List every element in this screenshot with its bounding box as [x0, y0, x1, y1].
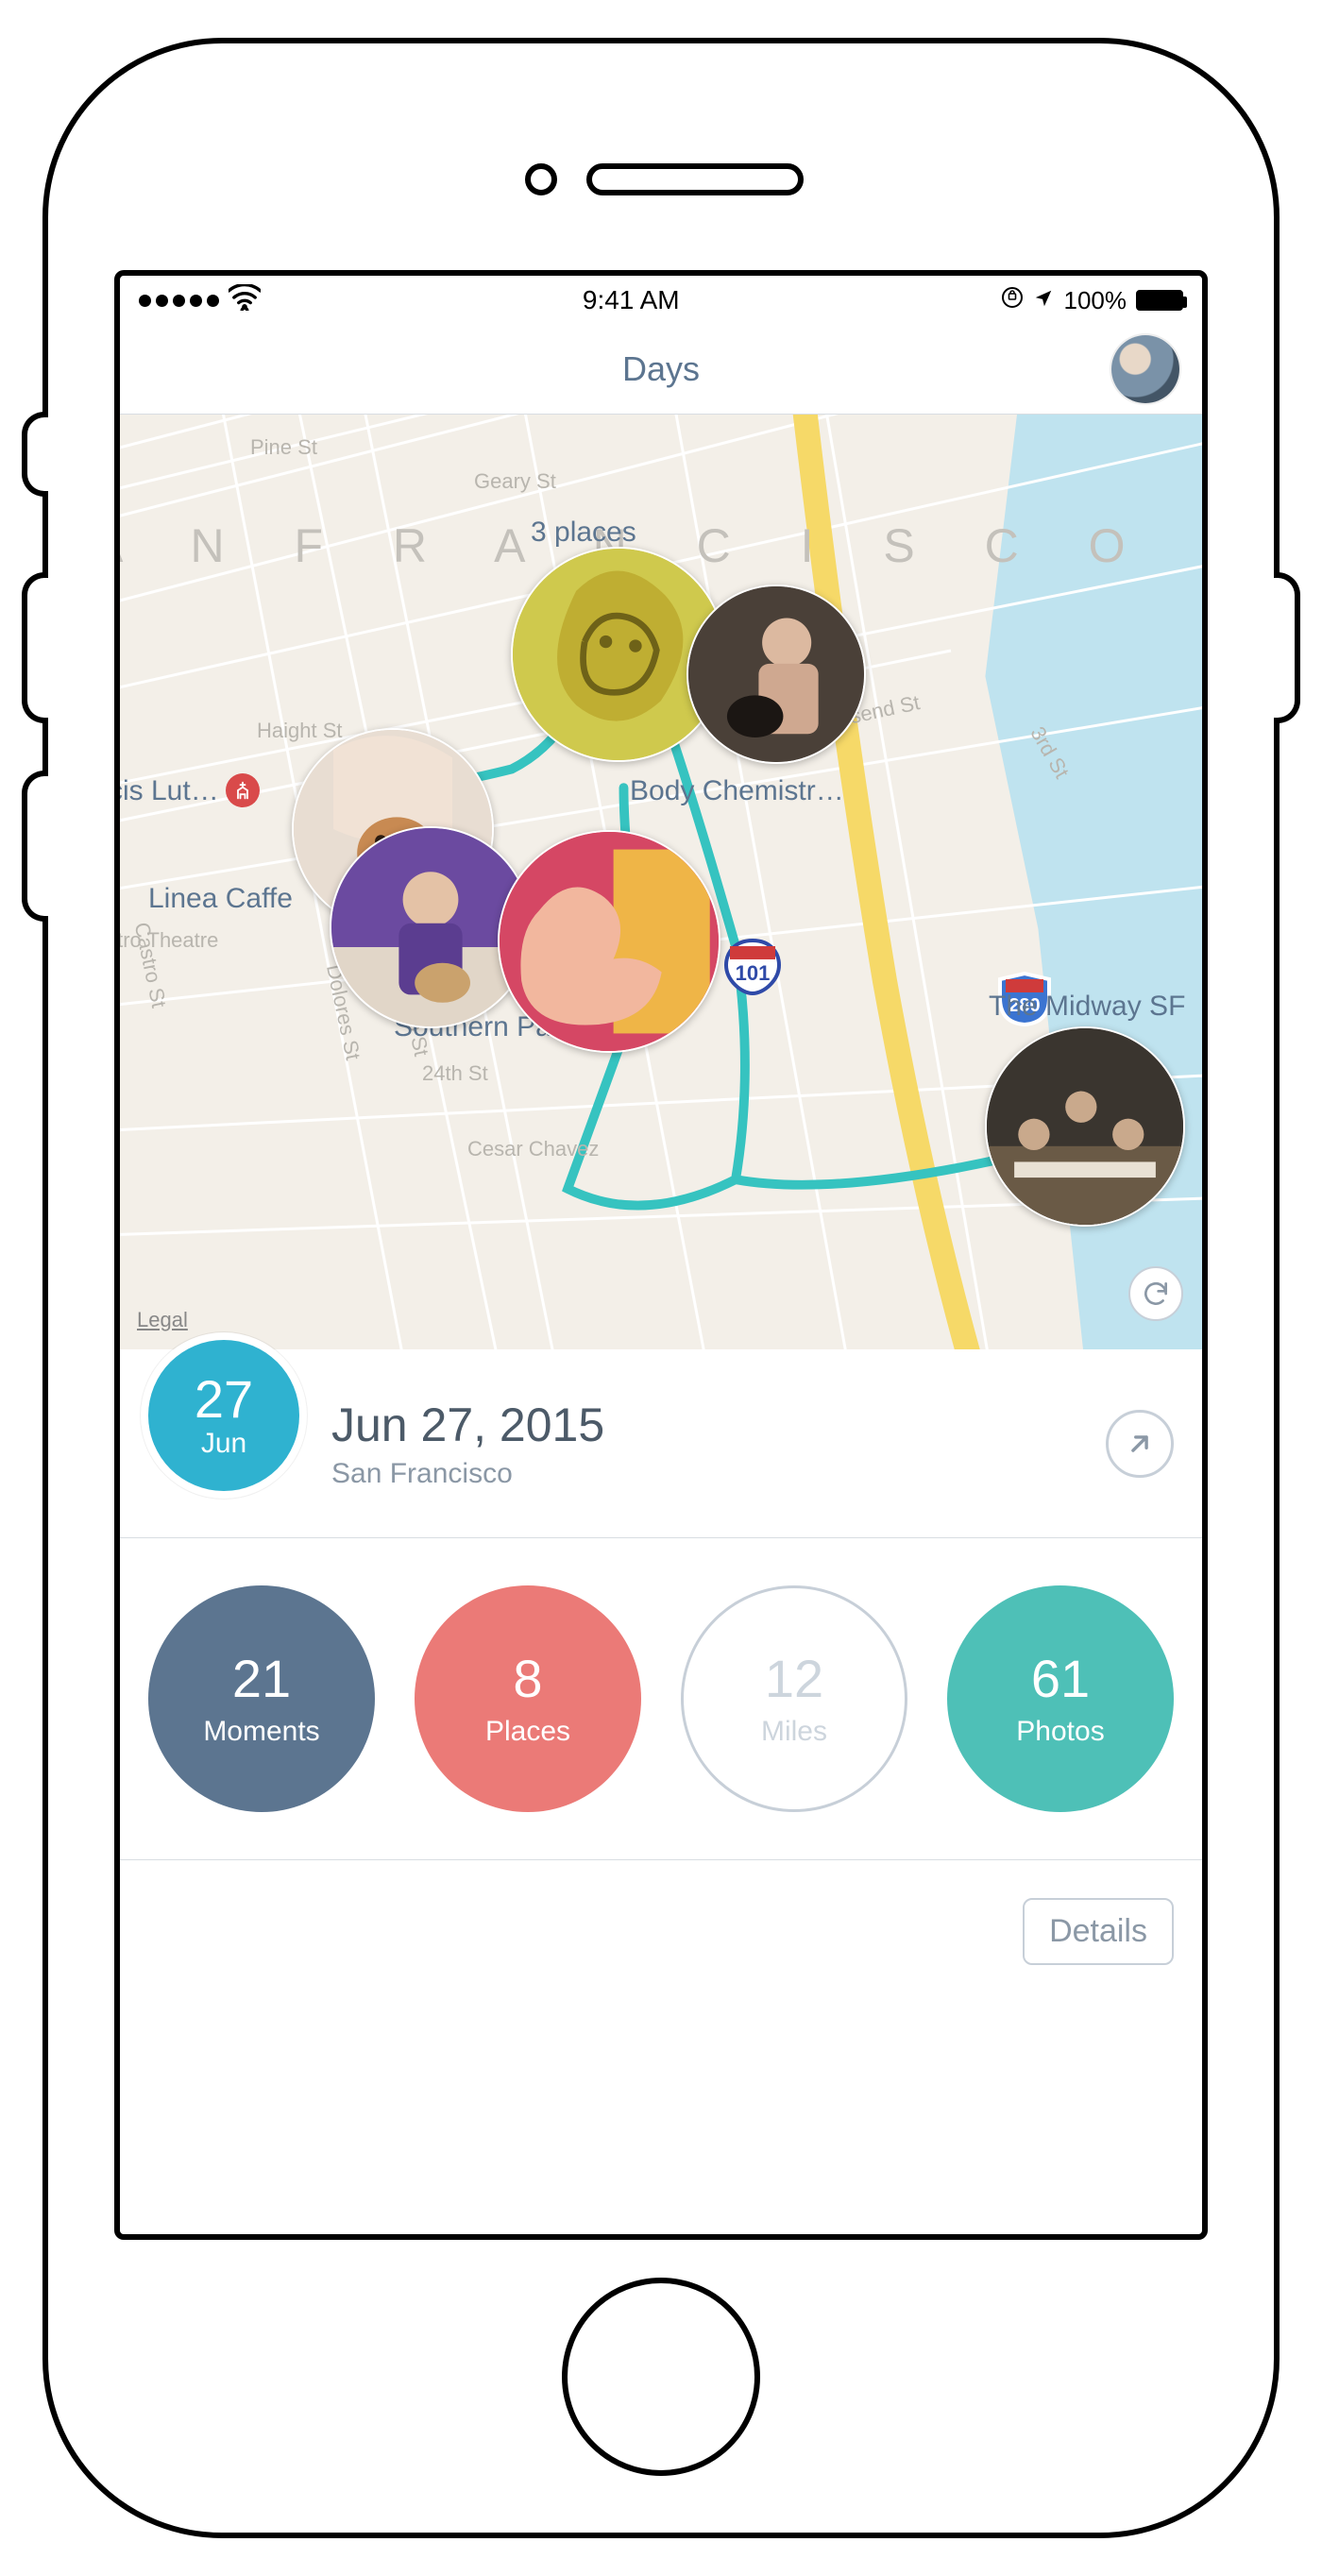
stat-miles-value: 12	[765, 1652, 823, 1707]
day-date: Jun 27, 2015	[331, 1398, 604, 1452]
map-label-midway[interactable]: The Midway SF	[989, 991, 1185, 1023]
nav-header: Days	[120, 325, 1202, 415]
stat-photos-label: Photos	[1016, 1717, 1104, 1747]
stat-places-label: Places	[485, 1717, 570, 1747]
volume-down-button[interactable]	[22, 771, 48, 922]
location-icon	[1033, 286, 1054, 315]
street-haight: Haight St	[257, 719, 343, 743]
day-badge-month: Jun	[201, 1430, 246, 1458]
street-castro-theatre: Castro Theatre	[120, 928, 218, 953]
stat-places-value: 8	[513, 1652, 542, 1707]
svg-text:101: 101	[736, 961, 771, 985]
stat-moments-value: 21	[232, 1652, 291, 1707]
stat-moments[interactable]: 21 Moments	[148, 1585, 375, 1812]
stats-row: 21 Moments 8 Places 12 Miles 61 Photos	[120, 1538, 1202, 1860]
map-label-cluster[interactable]: 3 places	[531, 517, 636, 549]
cellular-signal-icon	[139, 295, 219, 307]
earpiece-speaker	[586, 163, 804, 195]
stat-photos[interactable]: 61 Photos	[947, 1585, 1174, 1812]
map-thumb-dinner-group[interactable]	[985, 1026, 1185, 1227]
street-geary: Geary St	[474, 469, 556, 494]
screen: 9:41 AM 100% Days	[114, 270, 1208, 2240]
stat-miles[interactable]: 12 Miles	[681, 1585, 907, 1812]
ringer-switch[interactable]	[22, 412, 48, 497]
stat-miles-label: Miles	[761, 1717, 827, 1747]
power-button[interactable]	[1274, 572, 1300, 723]
status-bar: 9:41 AM 100%	[120, 276, 1202, 325]
share-button[interactable]	[1106, 1410, 1174, 1478]
map-thumb-pink-art[interactable]	[498, 830, 720, 1053]
battery-percent: 100%	[1063, 286, 1127, 315]
highway-shield-101: 101	[724, 939, 781, 995]
day-city: San Francisco	[331, 1458, 604, 1490]
volume-up-button[interactable]	[22, 572, 48, 723]
front-camera	[525, 163, 557, 195]
battery-icon	[1136, 290, 1183, 311]
stat-photos-value: 61	[1031, 1652, 1090, 1707]
street-pine: Pine St	[250, 435, 317, 460]
date-row: 27 Jun Jun 27, 2015 San Francisco	[120, 1349, 1202, 1538]
status-time: 9:41 AM	[583, 285, 680, 315]
map-label-cislut[interactable]: cis Lut…	[120, 775, 219, 807]
map-thumb-man-dog[interactable]	[686, 585, 866, 764]
day-badge-day: 27	[195, 1373, 253, 1426]
profile-avatar[interactable]	[1111, 335, 1179, 403]
home-button[interactable]	[562, 2278, 760, 2476]
page-title: Days	[622, 349, 700, 389]
street-24th: 24th St	[422, 1061, 488, 1086]
details-button[interactable]: Details	[1023, 1898, 1174, 1965]
map-pin-church-icon[interactable]	[226, 773, 260, 807]
details-row: Details	[120, 1860, 1202, 1965]
map-label-linea[interactable]: Linea Caffe	[148, 883, 293, 915]
wifi-icon	[229, 284, 261, 317]
map-view[interactable]: 101 280 A N F R A N C I S C O Pine St Ge…	[120, 415, 1202, 1349]
orientation-lock-icon	[1001, 286, 1024, 315]
stat-moments-label: Moments	[203, 1717, 319, 1747]
day-badge[interactable]: 27 Jun	[148, 1340, 299, 1491]
phone-frame: 9:41 AM 100% Days	[42, 38, 1280, 2538]
street-cesar: Cesar Chavez	[467, 1137, 599, 1161]
map-refresh-button[interactable]	[1128, 1266, 1183, 1321]
map-label-bodychem[interactable]: Body Chemistr…	[630, 775, 844, 807]
stat-places[interactable]: 8 Places	[415, 1585, 641, 1812]
map-legal-link[interactable]: Legal	[137, 1308, 188, 1332]
